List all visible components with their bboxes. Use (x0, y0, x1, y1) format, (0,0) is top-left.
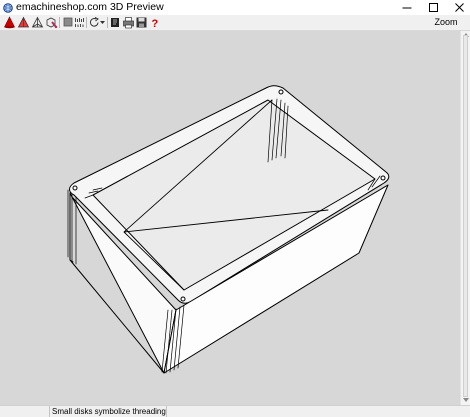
toolbar-separator (107, 17, 108, 28)
minimize-button[interactable] (394, 0, 420, 15)
toolbar-separator (86, 17, 87, 28)
window-title: emachineshop.com 3D Preview (16, 1, 164, 13)
maximize-button[interactable] (421, 0, 447, 15)
scroll-down-icon[interactable] (463, 398, 469, 402)
dark-square-icon[interactable] (109, 16, 122, 29)
zoom-button[interactable]: Zoom (434, 16, 458, 29)
box-model-render (67, 85, 390, 374)
status-cell-empty (0, 406, 50, 417)
title-bar: emachineshop.com 3D Preview (0, 0, 470, 15)
status-bar: Small disks symbolize threading (0, 405, 470, 417)
vertical-scrollbar[interactable] (460, 31, 470, 405)
screw-hole (278, 89, 284, 95)
screw-hole (72, 185, 78, 191)
screw-hole (380, 175, 386, 181)
3d-viewport[interactable] (0, 31, 460, 405)
wireframe-view-icon[interactable] (31, 16, 44, 29)
red-cone-icon[interactable] (3, 16, 16, 29)
help-icon[interactable]: ? (148, 16, 161, 29)
print-icon[interactable] (122, 16, 135, 29)
status-divider (166, 406, 167, 417)
close-button[interactable] (447, 0, 470, 15)
save-icon[interactable] (135, 16, 148, 29)
scrollbar-thumb[interactable] (463, 35, 468, 397)
solid-view-icon[interactable] (17, 16, 30, 29)
cube-paint-icon[interactable] (45, 16, 58, 29)
status-message: Small disks symbolize threading (52, 407, 166, 416)
toolbar: ? Zoom (0, 15, 470, 31)
toolbar-separator (59, 17, 60, 28)
svg-text:?: ? (152, 18, 159, 29)
screw-hole (180, 296, 186, 302)
app-globe-icon (3, 2, 13, 13)
dropdown-arrow-icon[interactable] (99, 16, 106, 29)
